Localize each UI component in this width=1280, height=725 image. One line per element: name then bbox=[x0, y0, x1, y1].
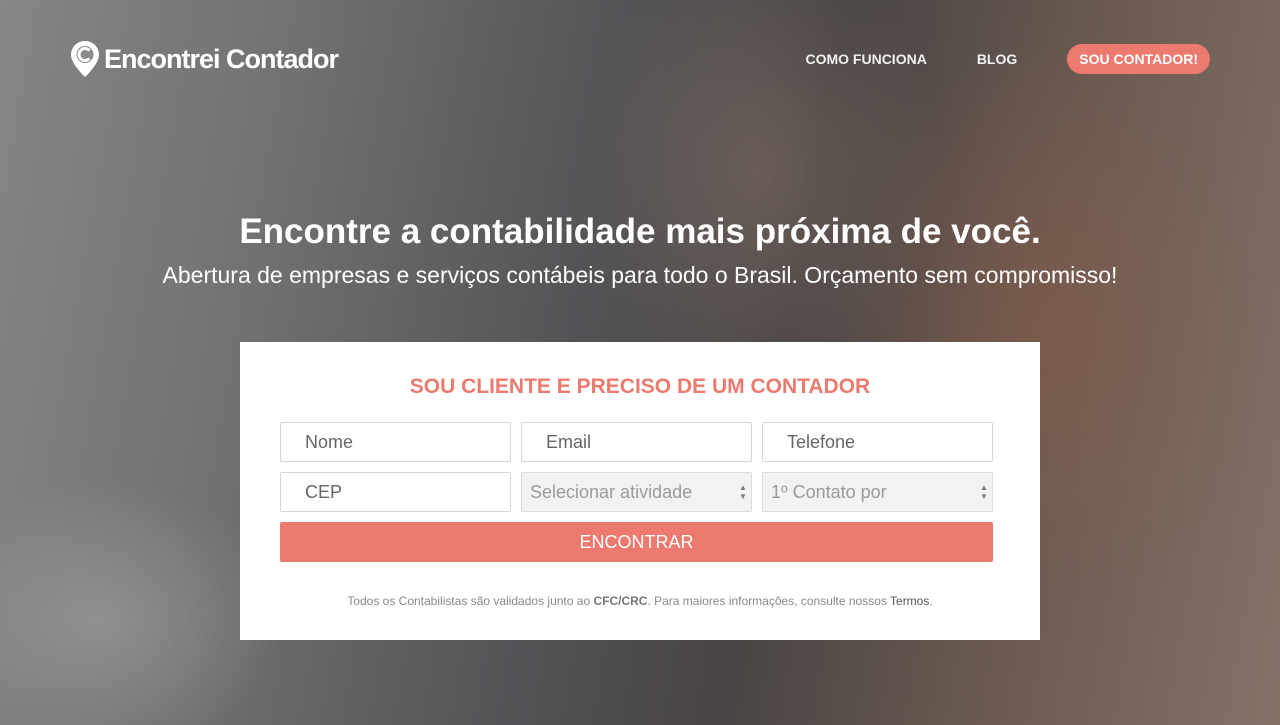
disclaimer-prefix: Todos os Contabilistas são validados jun… bbox=[347, 594, 594, 608]
find-button[interactable]: ENCONTRAR bbox=[280, 522, 993, 562]
select-arrows-icon: ▲ ▼ bbox=[980, 483, 988, 501]
hero-subheadline: Abertura de empresas e serviços contábei… bbox=[162, 262, 1118, 288]
terms-link[interactable]: Termos bbox=[890, 594, 929, 608]
disclaimer-cfc-crc: CFC/CRC bbox=[593, 594, 648, 608]
nav-how-it-works[interactable]: COMO FUNCIONA bbox=[805, 51, 926, 67]
client-search-form: SOU CLIENTE E PRECISO DE UM CONTADOR Sel… bbox=[240, 342, 1040, 640]
accountant-signup-button[interactable]: SOU CONTADOR! bbox=[1067, 44, 1210, 74]
select-arrows-icon: ▲ ▼ bbox=[739, 483, 747, 501]
logo[interactable]: Encontrei Contador bbox=[70, 40, 339, 78]
hero-headline: Encontre a contabilidade mais próxima de… bbox=[239, 212, 1041, 251]
activity-select-value: Selecionar atividade bbox=[530, 482, 693, 502]
contact-method-select[interactable]: 1º Contato por ▲ ▼ bbox=[762, 472, 993, 512]
disclaimer-middle: . Para maiores informações, consulte nos… bbox=[647, 594, 891, 608]
phone-input[interactable] bbox=[762, 422, 993, 462]
activity-select[interactable]: Selecionar atividade ▲ ▼ bbox=[521, 472, 752, 512]
name-input[interactable] bbox=[280, 422, 511, 462]
map-pin-logo-icon bbox=[71, 41, 99, 77]
nav-blog[interactable]: BLOG bbox=[977, 51, 1017, 67]
disclaimer-suffix: . bbox=[929, 594, 933, 608]
cep-input[interactable] bbox=[280, 472, 511, 512]
disclaimer: Todos os Contabilistas são validados jun… bbox=[240, 594, 1040, 608]
form-title: SOU CLIENTE E PRECISO DE UM CONTADOR bbox=[409, 375, 871, 398]
contact-method-select-value: 1º Contato por bbox=[771, 482, 887, 502]
main-nav: COMO FUNCIONA BLOG SOU CONTADOR! bbox=[755, 44, 1210, 74]
logo-text: Encontrei Contador bbox=[104, 43, 339, 74]
email-input[interactable] bbox=[521, 422, 752, 462]
site-header: Encontrei Contador COMO FUNCIONA BLOG SO… bbox=[0, 0, 1280, 120]
